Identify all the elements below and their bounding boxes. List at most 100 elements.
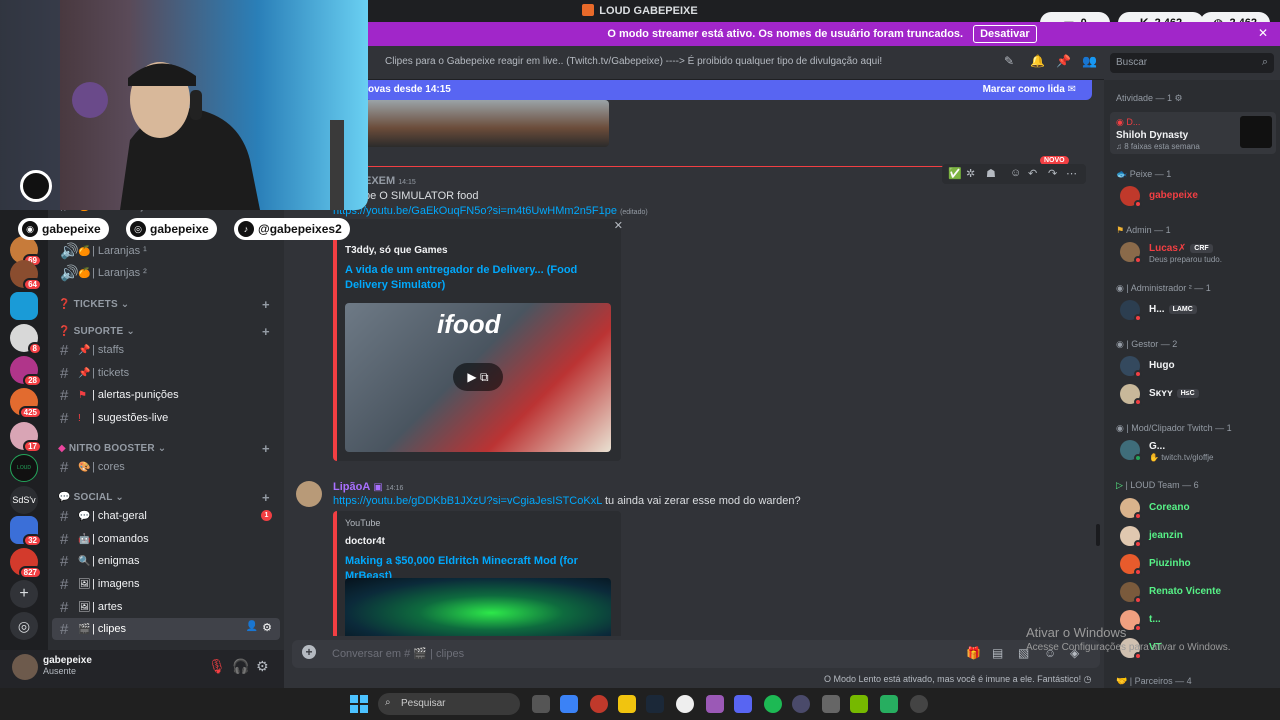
car-image[interactable] [364, 100, 609, 147]
member-item[interactable]: Piuzinho [1120, 552, 1276, 578]
channel-artes[interactable]: # 🖼 | artes [52, 596, 280, 618]
channel-alertas[interactable]: # ⚑ | alertas-punições [52, 384, 280, 406]
taskbar-search[interactable]: ⌕ Pesquisar [378, 693, 520, 715]
channel-cores[interactable]: # 🎨 | cores [52, 456, 280, 478]
member-item[interactable]: gabepeixe [1120, 184, 1276, 210]
voice-channel[interactable]: 🔊 🍊 | Laranjas ¹ [52, 240, 280, 262]
check-icon[interactable]: ✅ [948, 167, 962, 180]
spotify-icon[interactable] [764, 695, 782, 713]
add-channel-icon[interactable]: + [262, 490, 270, 505]
attach-icon[interactable]: + [302, 645, 316, 659]
mark-read-button[interactable]: Marcar como lida ✉ [983, 84, 1076, 95]
avatar[interactable] [12, 654, 38, 680]
member-item[interactable]: jeanzin [1120, 524, 1276, 550]
category-social[interactable]: 💬 SOCIAL ⌄ + [58, 490, 270, 505]
member-item[interactable]: G... ✋ twitch.tv/gloffje [1120, 438, 1276, 464]
add-channel-icon[interactable]: + [262, 297, 270, 312]
channel-sugestoes[interactable]: #! | sugestões-live [52, 407, 280, 429]
server-icon[interactable]: 32 [10, 516, 42, 547]
windows-start-icon[interactable] [350, 695, 368, 713]
channel-staffs[interactable]: # 📌 | staffs [52, 339, 280, 361]
folder-icon[interactable] [618, 695, 636, 713]
server-sdsv[interactable]: SdS'v [10, 486, 38, 514]
app-icon[interactable] [676, 695, 694, 713]
author-name[interactable]: EXEM [364, 175, 395, 187]
channel-imagens[interactable]: # 🖼 | imagens [52, 573, 280, 595]
forward-icon[interactable]: ↷ [1048, 167, 1057, 180]
member-item[interactable]: Renato Vicente [1120, 580, 1276, 606]
nvidia-icon[interactable] [850, 695, 868, 713]
add-channel-icon[interactable]: + [262, 441, 270, 456]
close-icon[interactable]: ✕ [1258, 26, 1268, 40]
server-loud[interactable]: LOUD [10, 454, 38, 482]
message-link[interactable]: https://youtu.be/GaEkOuqFN5o?si=m4t6UwHM… [333, 205, 617, 217]
steam-icon[interactable] [646, 695, 664, 713]
pin-icon[interactable]: 📌 [1056, 54, 1071, 68]
headphone-icon[interactable]: 🎧 [232, 658, 249, 675]
avatar[interactable] [296, 481, 322, 507]
opera-icon[interactable] [590, 695, 608, 713]
more-icon[interactable]: ⋯ [1066, 167, 1077, 180]
reaction-icon[interactable]: ✲ [966, 167, 975, 180]
add-server-icon[interactable]: + [10, 580, 38, 608]
activity-card[interactable]: ◉ D... Shiloh Dynasty ♫ 8 faixas esta se… [1110, 112, 1276, 154]
server-icon[interactable]: 425 [10, 388, 42, 419]
server-icon[interactable]: 64 [10, 260, 42, 291]
members-icon[interactable]: 👥 [1082, 54, 1097, 68]
author-name[interactable]: LipãoA [333, 481, 370, 493]
invite-icon[interactable]: 👤 [246, 621, 258, 632]
search-input[interactable]: Buscar ⌕ [1110, 53, 1274, 73]
message-link[interactable]: https://youtu.be/gDDKbB1JXzU?si=vCgiaJes… [333, 495, 602, 507]
category-suporte[interactable]: ❓ SUPORTE ⌄ + [58, 324, 270, 339]
embed-author[interactable]: T3ddy, só que Games [345, 245, 448, 256]
voice-channel[interactable]: 🔊 🍊 | Laranjas ² [52, 262, 280, 284]
threads-icon[interactable]: ✎ [1004, 54, 1014, 68]
message-composer[interactable]: + Conversar em # 🎬 | clipes 🎁 ▤ ▧ ☺ ◈ [292, 640, 1100, 668]
member-item[interactable]: Hugo [1120, 354, 1276, 380]
play-button-icon[interactable]: ▶ ⧉ [453, 363, 503, 391]
video-thumbnail[interactable] [345, 578, 611, 636]
close-embed-icon[interactable]: ✕ [614, 219, 623, 232]
reply-icon[interactable]: ↶ [1028, 167, 1037, 180]
settings-icon[interactable] [822, 695, 840, 713]
category-tickets[interactable]: ❓ TICKETS ⌄ + [58, 297, 270, 312]
channel-tickets[interactable]: # 📌 | tickets [52, 362, 280, 384]
server-icon[interactable]: 28 [10, 356, 42, 387]
server-icon[interactable]: 17 [10, 422, 42, 453]
gif-icon[interactable]: ▤ [992, 646, 1003, 660]
member-item[interactable]: t... [1120, 608, 1276, 634]
member-item[interactable]: Coreano [1120, 496, 1276, 522]
taskview-icon[interactable] [532, 695, 550, 713]
embed-author[interactable]: doctor4t [345, 536, 385, 547]
add-channel-icon[interactable]: + [262, 324, 270, 339]
bell-icon[interactable]: 🔔 [1030, 54, 1045, 68]
server-icon[interactable]: 8 [10, 324, 42, 355]
server-icon[interactable] [10, 292, 38, 320]
discord-icon[interactable] [734, 695, 752, 713]
video-thumbnail[interactable]: ifood ▶ ⧉ [345, 303, 611, 452]
channel-chat-geral[interactable]: # 💬 | chat-geral 1 [52, 505, 280, 527]
obs-icon[interactable] [792, 695, 810, 713]
category-nitro[interactable]: ◆ NITRO BOOSTER ⌄ + [58, 441, 270, 456]
channel-comandos[interactable]: # 🤖 | comandos [52, 528, 280, 550]
embed-title[interactable]: A vida de um entregador de Delivery... (… [345, 263, 605, 293]
settings-icon[interactable]: ⚙ [262, 621, 272, 634]
app-icon[interactable] [706, 695, 724, 713]
member-item[interactable]: Lucas✗ CRF Deus preparou tudo. [1120, 240, 1276, 266]
channel-enigmas[interactable]: # 🔍 | enigmas [52, 550, 280, 572]
copilot-icon[interactable] [560, 695, 578, 713]
member-item[interactable]: H... LAMC [1120, 298, 1276, 324]
scrollbar[interactable] [1096, 524, 1100, 546]
reaction-icon[interactable]: ☗ [986, 167, 996, 180]
channel-clipes[interactable]: # 🎬 | clipes ⚙ 👤 [52, 618, 280, 640]
settings-icon[interactable]: ⚙ [256, 658, 269, 675]
server-icon[interactable]: 827 [10, 548, 42, 579]
member-item[interactable]: Sᴋʏʏ H≤C [1120, 382, 1276, 408]
app-icon[interactable] [910, 695, 928, 713]
explore-icon[interactable]: ◎ [10, 612, 38, 640]
mute-mic-icon[interactable]: 🎙 [208, 658, 226, 675]
app-icon[interactable] [880, 695, 898, 713]
new-messages-bar[interactable]: ovas desde 14:15 Marcar como lida ✉ [364, 80, 1092, 100]
add-reaction-icon[interactable]: ☺ [1010, 167, 1021, 179]
disable-streamer-button[interactable]: Desativar [973, 25, 1037, 43]
